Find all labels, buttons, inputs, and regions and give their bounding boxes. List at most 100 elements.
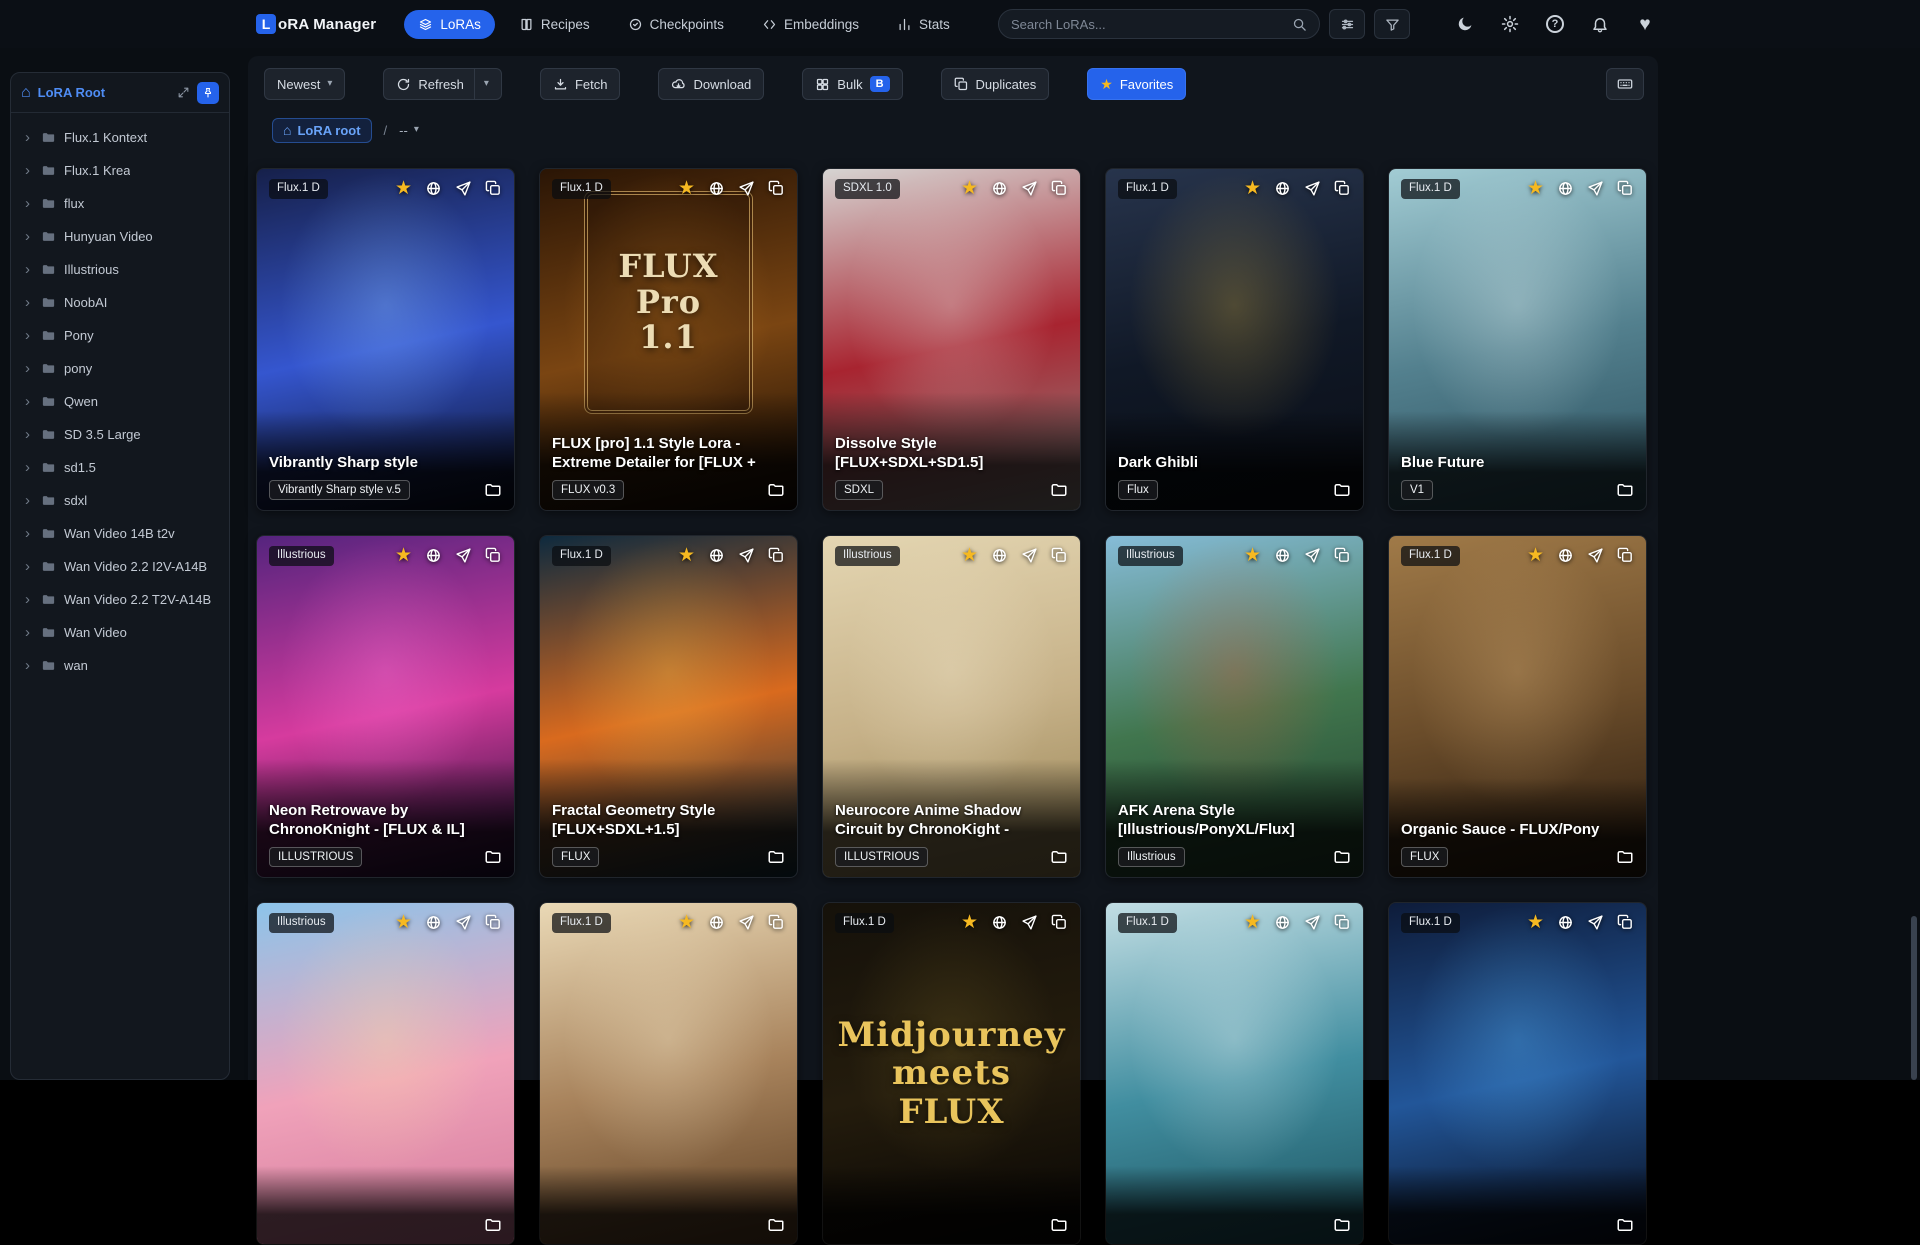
sort-select[interactable]: Newest ▾ — [264, 68, 346, 100]
card-title[interactable]: Organic Sauce - FLUX/Pony — [1401, 820, 1634, 839]
copy-icon[interactable] — [768, 180, 785, 197]
open-folder-button[interactable] — [1050, 848, 1068, 866]
sidebar-folder-item[interactable]: › Wan Video 2.2 T2V-A14B — [15, 583, 225, 616]
chevron-right-icon[interactable]: › — [25, 130, 33, 145]
chevron-right-icon[interactable]: › — [25, 295, 33, 310]
search-input[interactable] — [1011, 16, 1284, 32]
sidebar-folder-item[interactable]: › Qwen — [15, 385, 225, 418]
nav-item-stats[interactable]: Stats — [883, 10, 964, 39]
globe-icon[interactable] — [1274, 180, 1291, 197]
copy-icon[interactable] — [485, 180, 502, 197]
root-folder-label[interactable]: LoRA Root — [38, 85, 170, 100]
favorite-star-icon[interactable]: ★ — [395, 179, 412, 198]
lora-card[interactable]: Illustrious ★ Neon Retrowave by ChronoKn… — [256, 535, 515, 878]
favorite-star-icon[interactable]: ★ — [678, 913, 695, 932]
chevron-right-icon[interactable]: › — [25, 493, 33, 508]
globe-icon[interactable] — [708, 914, 725, 931]
favorite-star-icon[interactable]: ★ — [1244, 179, 1261, 198]
chevron-right-icon[interactable]: › — [25, 328, 33, 343]
globe-icon[interactable] — [1274, 547, 1291, 564]
open-folder-button[interactable] — [484, 1216, 502, 1234]
lora-card[interactable]: Flux.1 D ★ Fractal Geometry Style [FLUX+… — [539, 535, 798, 878]
duplicates-button[interactable]: Duplicates — [940, 68, 1050, 100]
send-icon[interactable] — [455, 180, 472, 197]
copy-icon[interactable] — [1617, 914, 1634, 931]
send-icon[interactable] — [1304, 914, 1321, 931]
lora-card[interactable]: Flux.1 D ★ Dark Ghibli Flux — [1105, 168, 1364, 511]
lora-card[interactable]: Flux.1 D ★ Blue Future V1 — [1388, 168, 1647, 511]
sidebar-folder-item[interactable]: › pony — [15, 352, 225, 385]
send-icon[interactable] — [738, 547, 755, 564]
favorite-star-icon[interactable]: ★ — [678, 546, 695, 565]
search-options-button[interactable] — [1329, 9, 1365, 39]
chevron-right-icon[interactable]: › — [25, 361, 33, 376]
chevron-right-icon[interactable]: › — [25, 262, 33, 277]
open-folder-button[interactable] — [1050, 1216, 1068, 1234]
open-folder-button[interactable] — [1333, 1216, 1351, 1234]
copy-icon[interactable] — [768, 914, 785, 931]
card-version-tag[interactable]: Flux — [1118, 480, 1158, 500]
card-version-tag[interactable]: FLUX — [552, 847, 600, 867]
open-folder-button[interactable] — [767, 481, 785, 499]
globe-icon[interactable] — [991, 180, 1008, 197]
send-icon[interactable] — [1304, 547, 1321, 564]
copy-icon[interactable] — [1051, 547, 1068, 564]
card-version-tag[interactable]: ILLUSTRIOUS — [835, 847, 929, 867]
sidebar-folder-item[interactable]: › Hunyuan Video — [15, 220, 225, 253]
open-folder-button[interactable] — [1616, 848, 1634, 866]
theme-toggle-button[interactable] — [1454, 13, 1476, 35]
globe-icon[interactable] — [1557, 180, 1574, 197]
favorite-star-icon[interactable]: ★ — [1244, 913, 1261, 932]
nav-item-embeddings[interactable]: Embeddings — [748, 10, 873, 39]
sidebar-folder-item[interactable]: › Wan Video 2.2 I2V-A14B — [15, 550, 225, 583]
copy-icon[interactable] — [1334, 180, 1351, 197]
globe-icon[interactable] — [425, 547, 442, 564]
copy-icon[interactable] — [768, 547, 785, 564]
sidebar-folder-item[interactable]: › SD 3.5 Large — [15, 418, 225, 451]
notifications-button[interactable] — [1589, 13, 1611, 35]
card-title[interactable]: Vibrantly Sharp style — [269, 453, 502, 472]
send-icon[interactable] — [1021, 914, 1038, 931]
sidebar-folder-item[interactable]: › Wan Video 14B t2v — [15, 517, 225, 550]
card-version-tag[interactable]: ILLUSTRIOUS — [269, 847, 363, 867]
chevron-right-icon[interactable]: › — [25, 460, 33, 475]
copy-icon[interactable] — [1617, 547, 1634, 564]
globe-icon[interactable] — [1557, 547, 1574, 564]
refresh-button[interactable]: Refresh ▾ — [383, 68, 502, 100]
sidebar-folder-item[interactable]: › Illustrious — [15, 253, 225, 286]
copy-icon[interactable] — [1334, 547, 1351, 564]
send-icon[interactable] — [1021, 547, 1038, 564]
refresh-dropdown[interactable]: ▾ — [473, 69, 489, 99]
copy-icon[interactable] — [1617, 180, 1634, 197]
send-icon[interactable] — [1587, 914, 1604, 931]
sidebar-folder-item[interactable]: › flux — [15, 187, 225, 220]
globe-icon[interactable] — [708, 180, 725, 197]
search-icon[interactable] — [1292, 17, 1307, 32]
send-icon[interactable] — [1021, 180, 1038, 197]
card-title[interactable]: FLUX [pro] 1.1 Style Lora - Extreme Deta… — [552, 434, 785, 472]
open-folder-button[interactable] — [1616, 481, 1634, 499]
chevron-right-icon[interactable]: › — [25, 394, 33, 409]
sidebar-folder-item[interactable]: › wan — [15, 649, 225, 682]
open-folder-button[interactable] — [1050, 481, 1068, 499]
card-version-tag[interactable]: V1 — [1401, 480, 1434, 500]
favorite-star-icon[interactable]: ★ — [961, 913, 978, 932]
globe-icon[interactable] — [425, 914, 442, 931]
breadcrumb-current[interactable]: -- ▾ — [399, 123, 419, 138]
chevron-right-icon[interactable]: › — [25, 559, 33, 574]
lora-card[interactable]: Flux.1 D ★ — [539, 902, 798, 1245]
card-title[interactable]: Blue Future — [1401, 453, 1634, 472]
globe-icon[interactable] — [1557, 914, 1574, 931]
download-button[interactable]: Download — [658, 68, 765, 100]
open-folder-button[interactable] — [1333, 848, 1351, 866]
chevron-right-icon[interactable]: › — [25, 229, 33, 244]
lora-card[interactable]: Midjourney meets FLUX Flux.1 D ★ — [822, 902, 1081, 1245]
bulk-button[interactable]: Bulk B — [802, 68, 903, 100]
card-title[interactable]: Neurocore Anime Shadow Circuit by Chrono… — [835, 801, 1068, 839]
lora-card[interactable]: Illustrious ★ — [256, 902, 515, 1245]
chevron-right-icon[interactable]: › — [25, 196, 33, 211]
lora-card[interactable]: Flux.1 D ★ Vibrantly Sharp style Vibrant… — [256, 168, 515, 511]
favorites-filter-button[interactable]: ★ Favorites — [1087, 68, 1187, 100]
card-title[interactable]: AFK Arena Style [Illustrious/PonyXL/Flux… — [1118, 801, 1351, 839]
globe-icon[interactable] — [425, 180, 442, 197]
